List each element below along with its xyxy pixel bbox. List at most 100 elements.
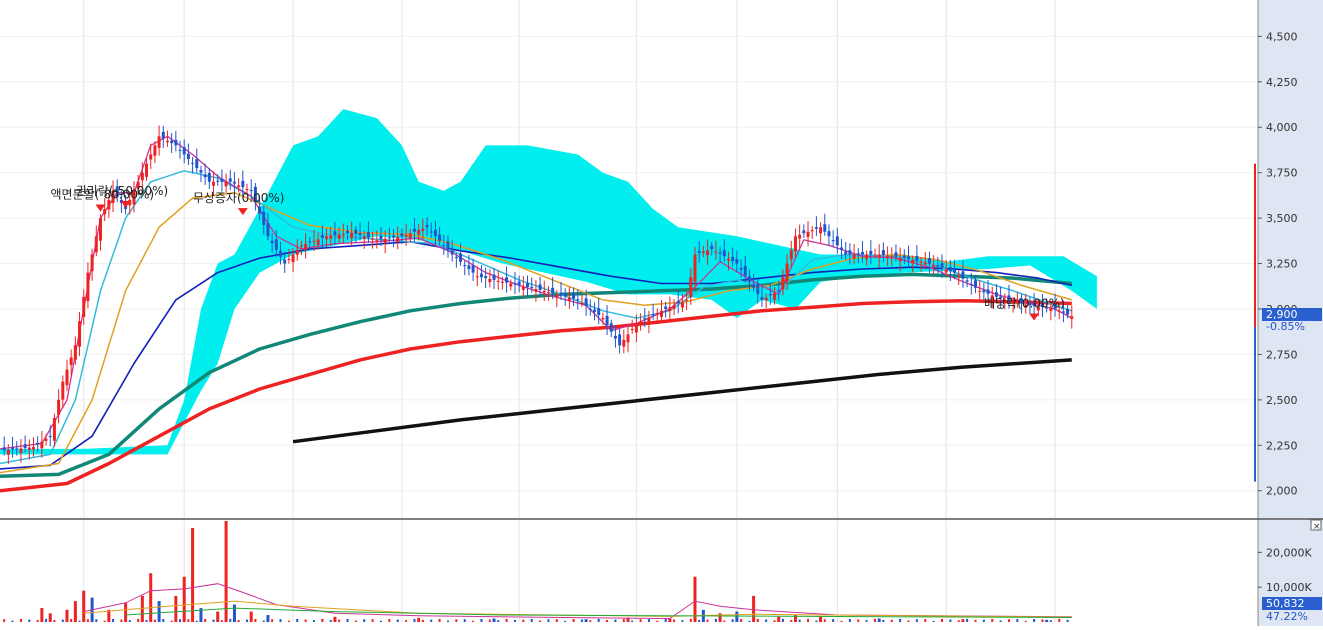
candle-body — [706, 250, 710, 256]
volume-bar — [777, 616, 781, 622]
candle-body — [220, 179, 224, 182]
volume-bar-small — [731, 619, 734, 622]
volume-bar-small — [907, 620, 910, 622]
volume-bar-small — [3, 619, 6, 622]
candle-body — [877, 254, 881, 258]
candle-body — [823, 224, 827, 232]
candle-body — [392, 235, 396, 238]
volume-layer — [3, 521, 1072, 622]
candle-body — [973, 280, 977, 288]
volume-bar-small — [1033, 619, 1036, 622]
candle-body — [567, 297, 571, 301]
volume-bar-small — [597, 618, 600, 622]
candle-body — [417, 230, 421, 235]
candle-body — [777, 290, 781, 292]
candle-body — [530, 286, 534, 289]
candle-body — [672, 305, 676, 309]
candle-body — [944, 269, 948, 273]
collapse-icon-glyph[interactable]: × — [1313, 522, 1321, 532]
candle-body — [82, 296, 86, 318]
candle-body — [358, 233, 362, 236]
volume-bar-small — [95, 619, 98, 622]
candle-body — [844, 251, 848, 255]
candle-body — [484, 276, 488, 279]
volume-bar-small — [497, 620, 500, 622]
candle-body — [463, 265, 467, 267]
volume-bar-small — [999, 620, 1002, 622]
candle-body — [659, 310, 663, 317]
collapse-icon[interactable]: × — [1310, 519, 1322, 532]
volume-bar-small — [522, 619, 525, 622]
candle-body — [182, 147, 186, 155]
candle-body — [341, 233, 345, 235]
candle-body — [588, 308, 592, 310]
volume-bar-small — [371, 619, 374, 622]
volume-bar-small — [162, 618, 165, 622]
volume-bar-small — [396, 619, 399, 622]
volume-bar-small — [36, 620, 39, 622]
volume-bar-small — [773, 620, 776, 622]
volume-bar-small — [706, 619, 709, 622]
volume-bar-small — [823, 619, 826, 622]
candle-body — [145, 163, 149, 177]
candle-body — [371, 238, 375, 240]
volume-bar-small — [338, 619, 341, 622]
volume-bar-small — [882, 619, 885, 622]
candle-body — [856, 253, 860, 255]
candle-body — [865, 254, 869, 259]
candle-body — [40, 441, 44, 449]
candle-body — [609, 323, 613, 332]
current-price-change: -0.85% — [1266, 320, 1305, 333]
candle-body — [907, 256, 911, 259]
price-tick-label: 4,250 — [1266, 76, 1298, 89]
candle-body — [773, 293, 777, 300]
candle-body — [57, 399, 61, 415]
volume-bar — [877, 618, 881, 622]
candle-body — [793, 236, 797, 252]
volume-bar-small — [45, 618, 48, 622]
candle-body — [785, 263, 789, 282]
candle-body — [73, 345, 77, 360]
candle-body — [555, 294, 559, 298]
candle-body — [11, 447, 15, 450]
candle-body — [664, 306, 668, 309]
volume-bar-small — [271, 619, 274, 622]
volume-bar — [174, 595, 178, 622]
volume-bar-small — [580, 619, 583, 622]
candle-body — [379, 235, 383, 240]
candle-body — [224, 181, 228, 187]
volume-bar — [752, 595, 756, 622]
candle-body — [613, 335, 617, 339]
volume-bar-small — [1007, 619, 1010, 622]
candle-body — [383, 238, 387, 244]
candle-body — [212, 181, 216, 186]
volume-bar-small — [714, 618, 717, 622]
candle-body — [295, 249, 299, 255]
volume-bar-small — [28, 619, 31, 622]
volume-bar — [249, 611, 253, 622]
candle-body — [496, 280, 500, 282]
volume-bar-small — [1049, 620, 1052, 622]
volume-bar — [668, 618, 672, 622]
candle-body — [911, 259, 915, 264]
candle-body — [1070, 316, 1074, 319]
volume-bar-small — [982, 619, 985, 622]
candle-body — [287, 259, 291, 260]
candle-body — [454, 257, 458, 259]
volume-bar-small — [564, 620, 567, 622]
volume-bar-small — [321, 618, 324, 622]
candle-body — [655, 312, 659, 315]
candle-body — [953, 270, 957, 273]
candle-body — [153, 145, 157, 156]
candle-body — [433, 229, 437, 237]
volume-bar-small — [53, 620, 56, 622]
volume-bar-small — [70, 618, 73, 622]
volume-bar-small — [430, 619, 433, 622]
candle-body — [442, 245, 446, 247]
candle-body — [806, 231, 810, 237]
volume-bar-small — [949, 619, 952, 622]
candle-body — [337, 234, 341, 239]
volume-bar — [718, 613, 722, 622]
volume-bar-small — [354, 620, 357, 622]
candle-body — [810, 230, 814, 232]
